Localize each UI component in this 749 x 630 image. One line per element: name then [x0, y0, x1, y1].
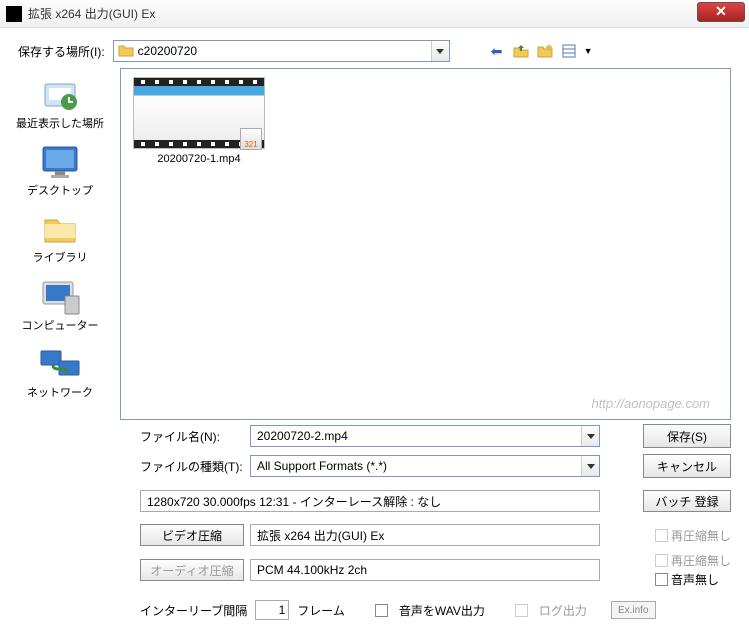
place-network[interactable]: ネットワーク	[0, 343, 120, 400]
titlebar: 拡張 x264 出力(GUI) Ex ✕	[0, 0, 749, 28]
place-library[interactable]: ライブラリ	[0, 208, 120, 265]
file-item[interactable]: 321 20200720-1.mp4	[129, 77, 269, 165]
filename-label: ファイル名(N):	[140, 428, 244, 445]
location-row: 保存する場所(I): c20200720 ⬅ ▼	[0, 28, 749, 68]
file-list-pane[interactable]: 321 20200720-1.mp4 http://aonopage.com	[120, 68, 731, 420]
back-icon[interactable]: ⬅	[488, 42, 506, 60]
audio-compress-button: オーディオ圧縮	[140, 559, 244, 581]
dropdown-arrow-icon[interactable]	[581, 426, 599, 446]
app-icon	[6, 6, 22, 22]
frame-unit: フレーム	[297, 602, 345, 619]
toolbar-icons: ⬅ ▼	[488, 42, 593, 60]
batch-register-button[interactable]: バッチ 登録	[643, 490, 731, 512]
location-value: c20200720	[138, 44, 197, 58]
window-title: 拡張 x264 出力(GUI) Ex	[28, 5, 697, 22]
audio-encoder: PCM 44.100kHz 2ch	[250, 559, 600, 581]
interleave-label: インターリーブ間隔	[140, 602, 247, 619]
places-sidebar: 最近表示した場所 デスクトップ ライブラリ コンピューター ネットワーク	[0, 68, 120, 420]
filetype-select[interactable]: All Support Formats (*.*)	[250, 455, 600, 477]
filename-input[interactable]: 20200720-2.mp4	[250, 425, 600, 447]
wav-output-checkbox[interactable]	[375, 604, 388, 617]
video-encoder: 拡張 x264 出力(GUI) Ex	[250, 524, 600, 546]
no-audio-checkbox[interactable]	[655, 573, 668, 586]
new-folder-icon[interactable]	[536, 42, 554, 60]
interleave-input[interactable]: 1	[255, 600, 289, 620]
video-compress-button[interactable]: ビデオ圧縮	[140, 524, 244, 546]
codec-badge: 321	[240, 128, 262, 150]
watermark: http://aonopage.com	[591, 396, 710, 411]
place-desktop[interactable]: デスクトップ	[0, 141, 120, 198]
folder-icon	[118, 43, 134, 59]
log-output-checkbox	[515, 604, 528, 617]
dropdown-arrow-icon[interactable]	[581, 456, 599, 476]
close-button[interactable]: ✕	[697, 2, 745, 22]
place-recent[interactable]: 最近表示した場所	[0, 74, 120, 131]
location-select[interactable]: c20200720	[113, 40, 450, 62]
save-button[interactable]: 保存(S)	[643, 424, 731, 448]
chevron-down-icon[interactable]: ▼	[584, 46, 593, 56]
filetype-label: ファイルの種類(T):	[140, 458, 244, 475]
view-menu-icon[interactable]	[560, 42, 578, 60]
no-recompress-video-checkbox	[655, 529, 668, 542]
cancel-button[interactable]: キャンセル	[643, 454, 731, 478]
file-thumbnail: 321	[133, 77, 265, 149]
exinfo-button[interactable]: Ex.info	[611, 601, 656, 619]
video-info: 1280x720 30.000fps 12:31 - インターレース解除 : な…	[140, 490, 600, 512]
location-label: 保存する場所(I):	[18, 43, 105, 60]
up-icon[interactable]	[512, 42, 530, 60]
file-name: 20200720-1.mp4	[129, 153, 269, 165]
place-computer[interactable]: コンピューター	[0, 276, 120, 333]
no-recompress-audio-checkbox	[655, 554, 668, 567]
dropdown-arrow-icon[interactable]	[431, 41, 449, 61]
